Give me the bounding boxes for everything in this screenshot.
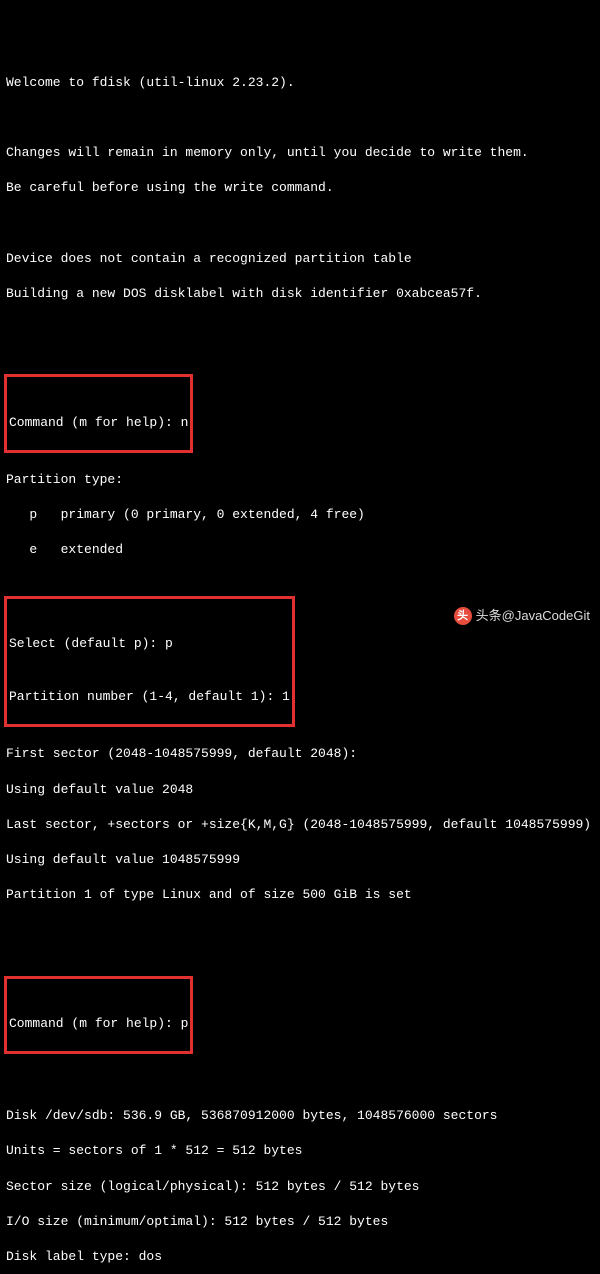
watermark-icon: 头 [454,607,472,625]
command-prompt: Command (m for help): n [9,414,188,432]
disk-label-line: Disk label type: dos [6,1248,594,1266]
notice-line: Changes will remain in memory only, unti… [6,144,594,162]
default-value-line: Using default value 2048 [6,781,594,799]
command-prompt: Command (m for help): p [9,1015,188,1033]
blank [6,109,594,127]
watermark-text: 头条@JavaCodeGit [476,607,590,625]
highlight-box-select-partition: Select (default p): p Partition number (… [4,596,295,727]
notice-line: Building a new DOS disklabel with disk i… [6,285,594,303]
units-line: Units = sectors of 1 * 512 = 512 bytes [6,1142,594,1160]
first-sector-line: First sector (2048-1048575999, default 2… [6,745,594,763]
highlight-box-new-partition: Command (m for help): n [4,374,193,452]
welcome-line: Welcome to fdisk (util-linux 2.23.2). [6,74,594,92]
highlight-box-print-table: Command (m for help): p [4,976,193,1054]
last-sector-line: Last sector, +sectors or +size{K,M,G} (2… [6,816,594,834]
partition-set-line: Partition 1 of type Linux and of size 50… [6,886,594,904]
disk-info-line: Disk /dev/sdb: 536.9 GB, 536870912000 by… [6,1107,594,1125]
partition-type-option: p primary (0 primary, 0 extended, 4 free… [6,506,594,524]
partition-type-option: e extended [6,541,594,559]
partition-type-header: Partition type: [6,471,594,489]
notice-line: Device does not contain a recognized par… [6,250,594,268]
default-value-line: Using default value 1048575999 [6,851,594,869]
io-size-line: I/O size (minimum/optimal): 512 bytes / … [6,1213,594,1231]
watermark: 头 头条@JavaCodeGit [454,607,590,625]
blank [6,1072,594,1090]
select-prompt: Select (default p): p [9,635,290,653]
sector-size-line: Sector size (logical/physical): 512 byte… [6,1178,594,1196]
notice-line: Be careful before using the write comman… [6,179,594,197]
blank [6,215,594,233]
partition-number-prompt: Partition number (1-4, default 1): 1 [9,688,290,706]
blank [6,320,594,338]
blank [6,921,594,939]
